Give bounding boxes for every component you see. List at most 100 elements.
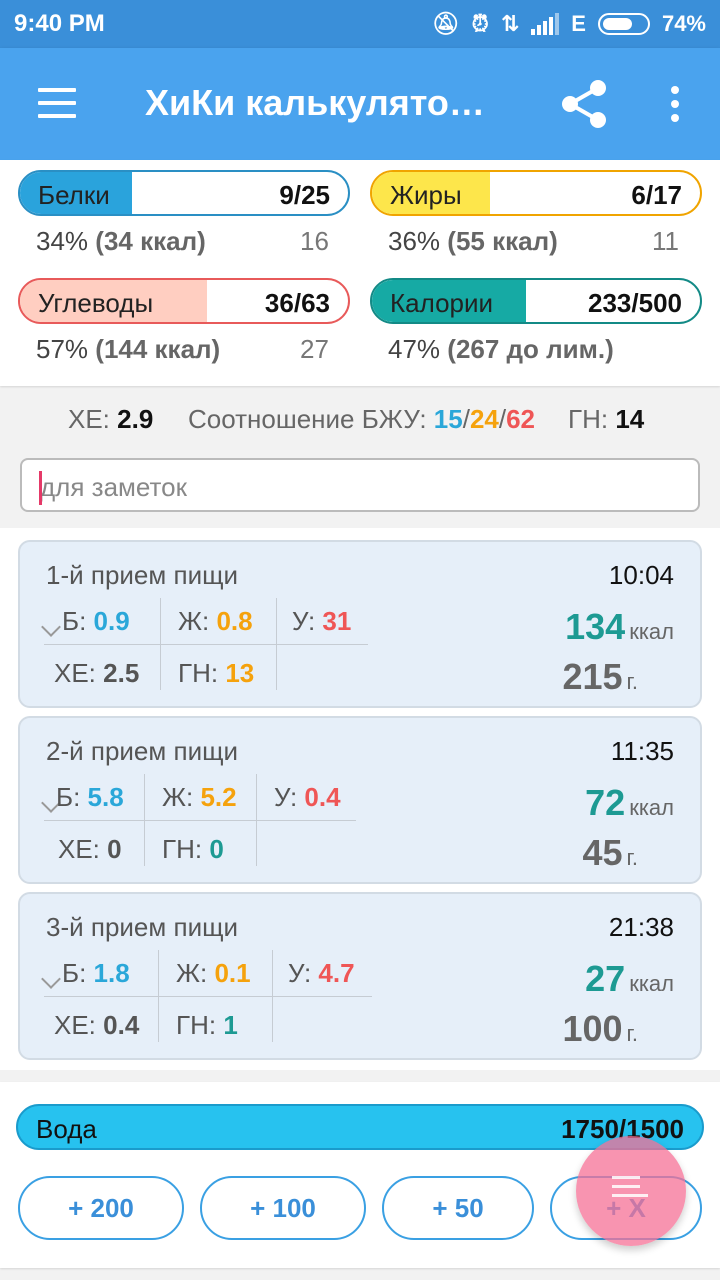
grid-divider [44, 644, 368, 645]
grid-divider [160, 598, 161, 690]
carbs-progress-bar[interactable]: Углеводы 36/63 [18, 278, 350, 324]
protein-short-label: Б: [62, 606, 87, 636]
meal-card-3[interactable]: 3-й прием пищи 21:38 Б: 1.8 Ж: 0.1 У: 4.… [18, 892, 702, 1060]
add-list-icon [612, 1176, 648, 1203]
ratio-carbs: 62 [506, 404, 536, 434]
protein-amount: 1.8 [93, 958, 130, 988]
carbs-remaining: 27 [300, 334, 329, 364]
xe-amount: 0.4 [103, 1010, 140, 1040]
water-progress-bar[interactable]: Вода 1750/1500 [16, 1104, 704, 1150]
grams-unit: г. [626, 845, 638, 870]
data-arrows-icon: ⇅ [500, 11, 520, 36]
xe-label: ХЕ: [68, 404, 110, 434]
fat-short-label: Ж: [162, 782, 194, 812]
meal-time: 21:38 [608, 912, 674, 942]
protein-short-label: Б: [62, 958, 87, 988]
ratio-sep: / [498, 404, 507, 434]
protein-kcal: (34 ккал) [95, 226, 206, 256]
status-time: 9:40 PM [14, 10, 105, 37]
menu-icon[interactable] [38, 88, 76, 118]
share-icon[interactable] [556, 76, 612, 132]
xe-short-label: ХЕ: [54, 1010, 96, 1040]
protein-amount: 5.8 [87, 782, 124, 812]
carbs-label: Углеводы [38, 288, 154, 318]
xe-short-label: ХЕ: [54, 658, 96, 688]
add-water-50-button[interactable]: + 50 [382, 1176, 534, 1240]
meal-xe: ХЕ: 0.4 [54, 1010, 139, 1041]
meal-kcal: 134 ккал [565, 606, 674, 648]
grams-value: 100 [562, 1008, 623, 1049]
grid-divider [272, 950, 273, 1042]
calories-progress-bar[interactable]: Калории 233/500 [370, 278, 702, 324]
more-vert-icon[interactable] [668, 86, 682, 126]
meal-fat: Ж: 0.8 [178, 606, 253, 637]
battery-percent: 74% [661, 11, 706, 36]
meal-carbs: У: 0.4 [274, 782, 341, 813]
meal-gn: ГН: 13 [178, 658, 254, 689]
status-bar: 9:40 PM 🔕︎ ⏰︎ ⇅ E 74% [0, 0, 720, 48]
kcal-unit: ккал [629, 795, 674, 820]
meal-protein: Б: 0.9 [62, 606, 130, 637]
calories-percent: 47% [388, 334, 441, 364]
protein-progress-bar[interactable]: Белки 9/25 [18, 170, 350, 216]
chevron-down-icon[interactable] [41, 617, 61, 637]
text-caret [39, 471, 42, 505]
meal-grams: 45 г. [583, 832, 639, 874]
note-input[interactable]: для заметок [20, 458, 700, 512]
grams-value: 45 [582, 832, 623, 873]
meal-carbs: У: 31 [292, 606, 351, 637]
carbs-amount: 31 [322, 606, 352, 636]
fat-percent: 36% [388, 226, 441, 256]
gn-amount: 13 [225, 658, 255, 688]
meal-protein: Б: 1.8 [62, 958, 130, 989]
grams-unit: г. [626, 669, 638, 694]
protein-percent: 34% [36, 226, 89, 256]
grid-divider [44, 820, 356, 821]
meal-kcal: 27 ккал [585, 958, 674, 1000]
carbs-short-label: У: [274, 782, 298, 812]
fat-amount: 0.8 [216, 606, 253, 636]
gn-label: ГН: [568, 404, 609, 434]
bju-ratio: Соотношение БЖУ: 15/24/62 [188, 404, 535, 435]
fat-label: Жиры [390, 180, 462, 210]
grams-value: 215 [562, 656, 623, 697]
carbs-percent: 57% [36, 334, 89, 364]
meal-grams: 215 г. [562, 656, 638, 698]
calories-value: 233/500 [588, 288, 682, 318]
carbs-amount: 4.7 [318, 958, 355, 988]
carbs-detail: 57% (144 ккал) [36, 334, 220, 365]
fat-detail: 36% (55 ккал) [388, 226, 558, 257]
meal-gn: ГН: 0 [162, 834, 224, 865]
xe-total: ХЕ: 2.9 [68, 404, 153, 435]
ratio-label: Соотношение БЖУ: [188, 404, 427, 434]
protein-remaining: 16 [300, 226, 329, 256]
add-water-100-button[interactable]: + 100 [200, 1176, 366, 1240]
network-type: E [571, 11, 586, 36]
carbs-short-label: У: [292, 606, 316, 636]
chevron-down-icon[interactable] [41, 969, 61, 989]
carbs-amount: 0.4 [304, 782, 341, 812]
fat-progress-bar[interactable]: Жиры 6/17 [370, 170, 702, 216]
meal-card-2[interactable]: 2-й прием пищи 11:35 Б: 5.8 Ж: 5.2 У: 0.… [18, 716, 702, 884]
meal-name: 3-й прием пищи [46, 912, 239, 942]
note-placeholder: для заметок [40, 472, 187, 502]
gn-short-label: ГН: [178, 658, 219, 688]
carbs-short-label: У: [288, 958, 312, 988]
xe-value: 2.9 [117, 404, 154, 434]
nutrient-summary: Белки 9/25 34% (34 ккал) 16 Жиры 6/17 36… [0, 160, 720, 386]
calories-detail: 47% (267 до лим.) [388, 334, 614, 365]
xe-amount: 2.5 [103, 658, 140, 688]
meal-card-1[interactable]: 1-й прием пищи 10:04 Б: 0.9 Ж: 0.8 У: 31… [18, 540, 702, 708]
kcal-value: 27 [585, 958, 626, 999]
calories-remaining-kcal: (267 до лим.) [447, 334, 614, 364]
meal-time: 10:04 [608, 560, 674, 590]
fat-amount: 5.2 [200, 782, 237, 812]
protein-label: Белки [38, 180, 110, 210]
page-title: ХиКи калькулято… [145, 82, 485, 123]
fat-kcal: (55 ккал) [447, 226, 558, 256]
meals-list: 1-й прием пищи 10:04 Б: 0.9 Ж: 0.8 У: 31… [0, 528, 720, 1070]
gn-total: ГН: 14 [568, 404, 644, 435]
add-meal-fab[interactable] [576, 1136, 686, 1246]
mute-icon: 🔕︎ [431, 11, 460, 36]
add-water-200-button[interactable]: + 200 [18, 1176, 184, 1240]
